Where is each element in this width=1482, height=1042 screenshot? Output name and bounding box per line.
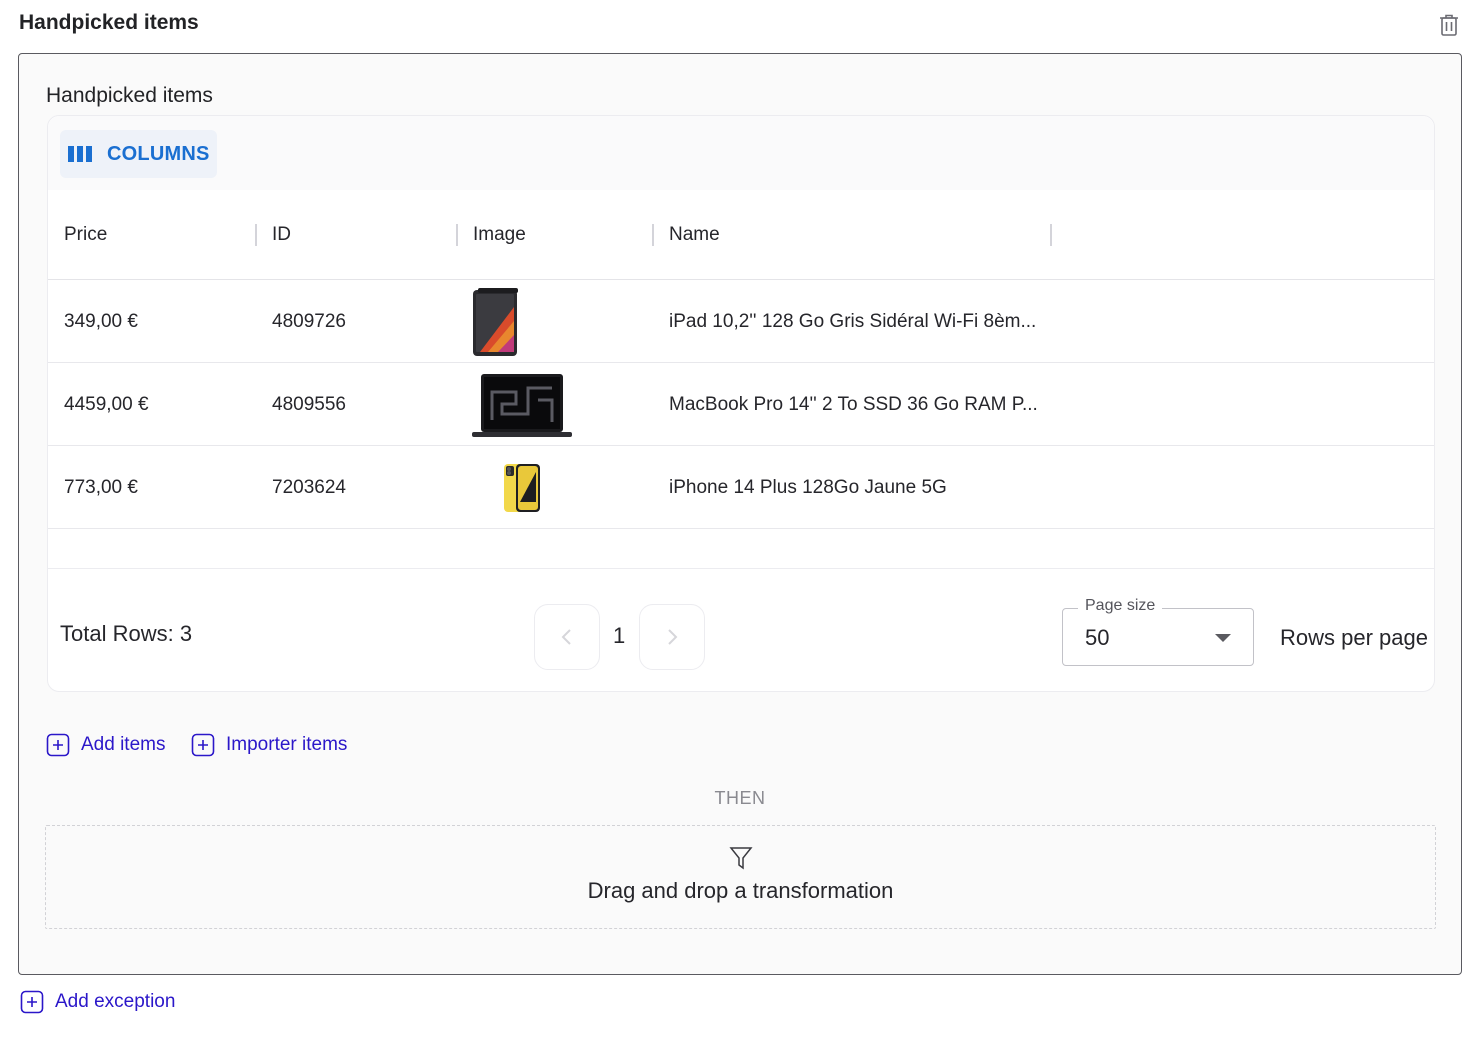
header-name[interactable]: Name <box>669 190 720 280</box>
table-header: Price ID Image Name <box>48 190 1434 280</box>
table-row[interactable]: 349,00 € 4809726 iPad 10,2'' 128 Go Gris… <box>48 280 1434 363</box>
transformation-dropzone[interactable]: Drag and drop a transformation <box>45 825 1436 929</box>
columns-button[interactable]: COLUMNS <box>60 130 217 178</box>
plus-square-icon <box>191 733 215 757</box>
table-row[interactable]: 4459,00 € 4809556 MacBook Pro 14'' 2 To … <box>48 363 1434 446</box>
then-label: THEN <box>714 788 766 808</box>
grid-footer: Total Rows: 3 1 Page size 50 Rows per pa… <box>48 568 1434 691</box>
current-page[interactable]: 1 <box>613 623 625 649</box>
price-cell: 773,00 € <box>64 476 138 498</box>
page-size-select[interactable]: Page size 50 <box>1062 597 1254 666</box>
add-items-button[interactable]: Add items <box>46 733 165 757</box>
iphone-thumbnail <box>502 446 542 529</box>
name-cell: iPad 10,2'' 128 Go Gris Sidéral Wi-Fi 8è… <box>669 310 1037 332</box>
filter-icon <box>729 847 753 870</box>
add-exception-label: Add exception <box>55 991 176 1012</box>
id-cell: 4809726 <box>272 310 346 332</box>
plus-square-icon <box>46 733 70 757</box>
trash-icon <box>1440 14 1458 36</box>
id-cell: 7203624 <box>272 476 346 498</box>
section-title: Handpicked items <box>19 11 199 34</box>
panel-title: Handpicked items <box>46 84 213 107</box>
chevron-right-icon <box>668 629 678 645</box>
header-price[interactable]: Price <box>64 190 107 280</box>
plus-square-icon <box>20 990 44 1014</box>
column-resize-handle[interactable] <box>255 224 257 246</box>
import-items-label: Importer items <box>226 734 348 755</box>
page-size-label: Page size <box>1078 597 1163 615</box>
caret-down-icon <box>1215 634 1231 642</box>
price-cell: 349,00 € <box>64 310 138 332</box>
column-resize-handle[interactable] <box>1050 224 1052 246</box>
delete-button[interactable] <box>1436 12 1462 38</box>
name-cell: MacBook Pro 14'' 2 To SSD 36 Go RAM P... <box>669 393 1038 415</box>
dropzone-text: Drag and drop a transformation <box>587 878 894 903</box>
column-resize-handle[interactable] <box>456 224 458 246</box>
add-items-label: Add items <box>81 734 166 755</box>
table-row[interactable]: 773,00 € 7203624 iPhone 14 Plus 128Go Ja… <box>48 446 1434 529</box>
grid-toolbar: COLUMNS <box>48 116 1434 190</box>
page-size-value: 50 <box>1085 625 1110 650</box>
column-resize-handle[interactable] <box>652 224 654 246</box>
import-items-button[interactable]: Importer items <box>191 733 347 757</box>
previous-page-button[interactable] <box>534 604 600 670</box>
rows-per-page-label: Rows per page <box>1280 625 1428 650</box>
macbook-thumbnail <box>472 363 572 446</box>
header-image[interactable]: Image <box>473 190 526 280</box>
header-id[interactable]: ID <box>272 190 291 280</box>
id-cell: 4809556 <box>272 393 346 415</box>
next-page-button[interactable] <box>639 604 705 670</box>
price-cell: 4459,00 € <box>64 393 149 415</box>
items-grid: COLUMNS Price ID Image Name 349,00 € 480… <box>47 115 1435 692</box>
total-rows: Total Rows: 3 <box>60 621 193 646</box>
name-cell: iPhone 14 Plus 128Go Jaune 5G <box>669 476 947 498</box>
add-exception-button[interactable]: Add exception <box>20 990 175 1014</box>
columns-icon <box>68 146 92 162</box>
handpicked-panel: Handpicked items COLUMNS Price ID Image … <box>18 53 1462 975</box>
ipad-thumbnail <box>472 280 520 363</box>
chevron-left-icon <box>561 629 571 645</box>
columns-label: COLUMNS <box>107 142 210 165</box>
